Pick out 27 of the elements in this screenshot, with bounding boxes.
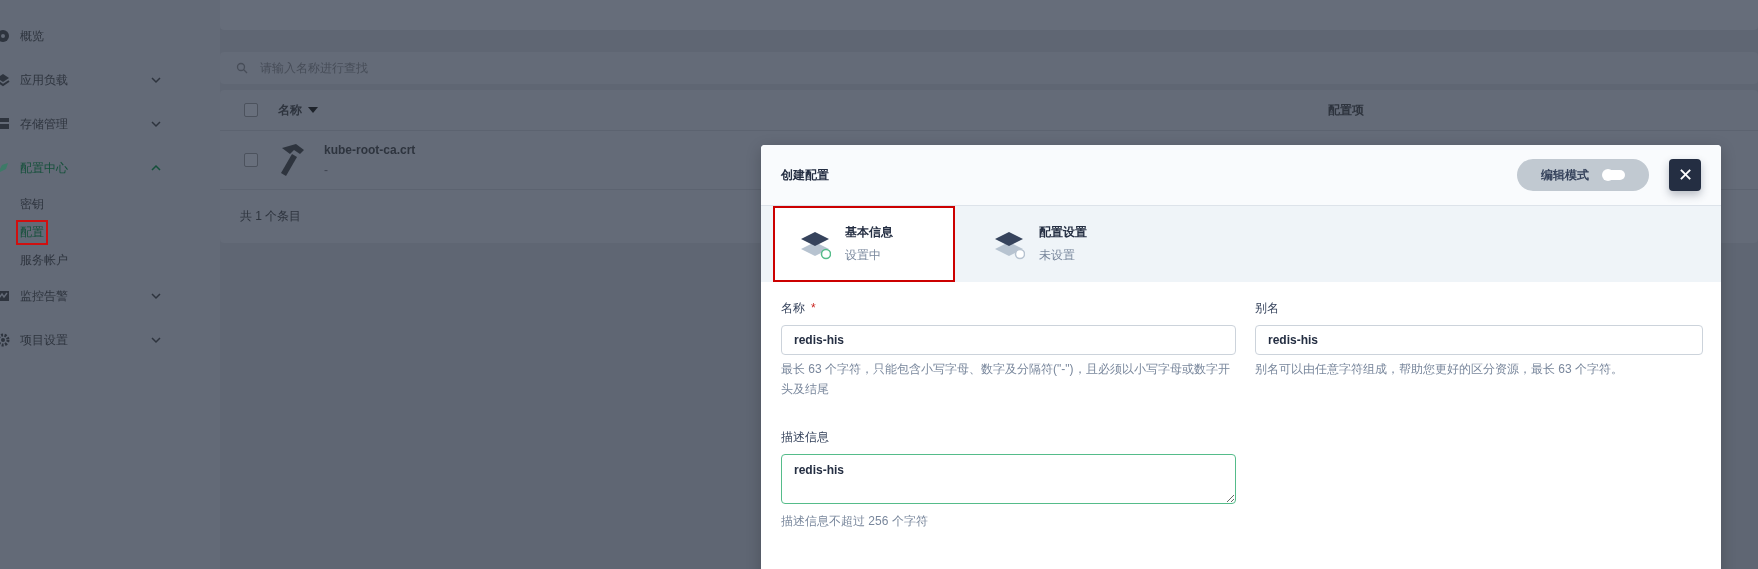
config-name[interactable]: kube-root-ca.crt [324,143,416,157]
search-icon [236,62,248,74]
field-label: 别名 [1255,301,1279,315]
settings-icon [0,333,10,347]
storage-icon [0,117,10,131]
sidebar-subitem[interactable]: 配置 [16,219,48,245]
field-label: 描述信息 [781,429,830,446]
field-hint: 别名可以由任意字符组成，帮助您更好的区分资源，最长 63 个字符。 [1255,361,1624,378]
config-subtitle: - [324,163,329,177]
column-header[interactable]: 名称 [278,101,302,119]
layers-icon [0,73,10,87]
select-all-checkbox[interactable] [244,103,258,117]
alias-input[interactable]: redis-his [1255,325,1703,355]
required-mark: * [811,301,816,315]
name-input[interactable]: redis-his [781,325,1236,355]
close-button[interactable]: ✕ [1669,159,1701,191]
step-tab[interactable]: 基本信息 设置中 [773,206,955,282]
field-hint: 最长 63 个字符，只能包含小写字母、数字及分隔符("-")，且必须以小写字母或数字开头及结尾 [781,361,1231,398]
edit-mode-toggle[interactable]: 编辑模式 [1517,159,1649,191]
column-header: 配置项 [1328,101,1364,119]
dialog-title: 创建配置 [781,166,830,184]
row-checkbox[interactable] [244,153,258,167]
description-input[interactable]: redis-his [781,454,1236,504]
field-label: 名称 [781,301,805,315]
sidebar-item[interactable]: 配置中心 [0,146,220,190]
step-tab[interactable]: 配置设置 未设置 [967,206,1149,282]
field-hint: 描述信息不超过 256 个字符 [781,513,929,530]
